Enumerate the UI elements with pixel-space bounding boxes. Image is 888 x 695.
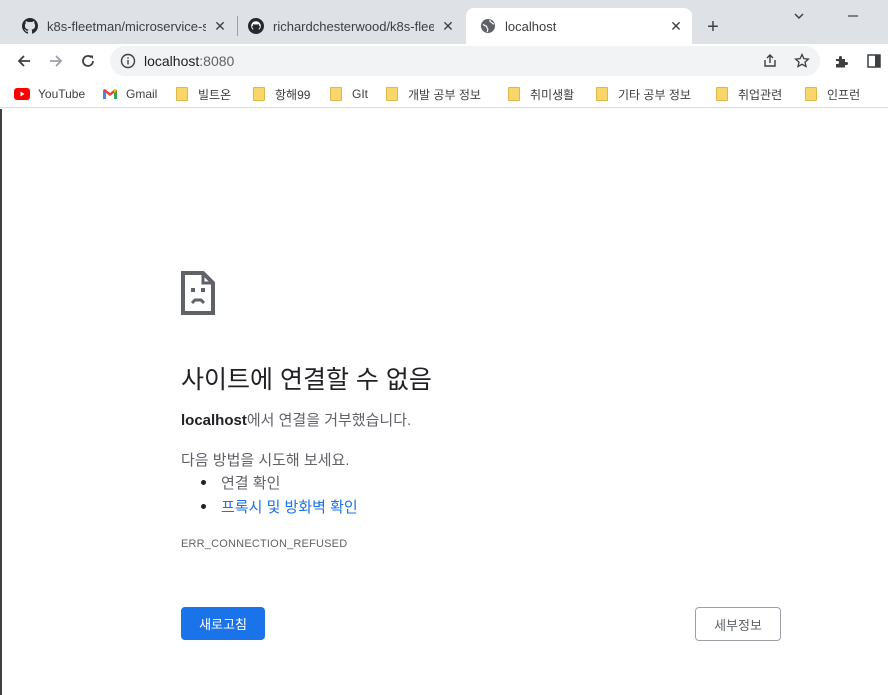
bookmark-label: YouTube bbox=[38, 87, 86, 101]
folder-icon bbox=[384, 86, 400, 102]
puzzle-icon[interactable] bbox=[834, 53, 850, 69]
suggestion-label: 연결 확인 bbox=[221, 475, 281, 492]
error-host: localhost bbox=[181, 412, 247, 429]
sad-page-icon bbox=[181, 271, 215, 315]
close-icon[interactable]: ✕ bbox=[212, 18, 228, 34]
arrow-left-icon bbox=[17, 55, 30, 67]
bookmark-label: 개발 공부 정보 bbox=[408, 87, 481, 102]
suggestion-check-proxy-firewall[interactable]: 프록시 및 방화벽 확인 bbox=[201, 496, 358, 517]
bullet bbox=[201, 504, 206, 509]
folder-icon bbox=[174, 86, 190, 102]
tab-strip: k8s-fleetman/microservice-source-code ✕ … bbox=[0, 0, 888, 44]
bookmark-label: GIt bbox=[352, 87, 369, 101]
window-edge bbox=[0, 109, 2, 695]
reload-icon bbox=[82, 55, 94, 67]
error-code: ERR_CONNECTION_REFUSED bbox=[181, 538, 348, 550]
details-button[interactable]: 세부정보 bbox=[695, 607, 781, 641]
bookmark-folder-dev-study[interactable]: 개발 공부 정보 bbox=[384, 85, 481, 103]
bookmark-label: 취업관련 bbox=[738, 87, 783, 102]
bookmark-folder-git[interactable]: GIt bbox=[328, 85, 368, 103]
github-icon bbox=[248, 18, 264, 34]
gmail-icon bbox=[102, 86, 118, 102]
bookmark-folder-inflearn[interactable]: 인프런 bbox=[803, 85, 860, 103]
bullet bbox=[201, 480, 206, 485]
minimize-icon[interactable] bbox=[843, 6, 863, 26]
tab-title: richardchesterwood/k8s-fleetman bbox=[273, 18, 434, 34]
suggestions-heading: 다음 방법을 시도해 보세요. bbox=[181, 452, 350, 469]
address-bar[interactable]: localhost:8080 bbox=[110, 46, 820, 76]
star-icon[interactable] bbox=[794, 52, 810, 69]
bookmark-label: Gmail bbox=[126, 87, 158, 101]
bookmark-label: 기타 공부 정보 bbox=[618, 87, 691, 102]
bookmark-youtube[interactable]: YouTube bbox=[14, 85, 85, 103]
close-icon[interactable]: ✕ bbox=[668, 18, 684, 34]
browser-toolbar: localhost:8080 bbox=[0, 44, 888, 78]
globe-icon bbox=[480, 18, 496, 34]
error-description-text: 에서 연결을 거부했습니다. bbox=[246, 412, 412, 429]
reload-page-button[interactable]: 새로고침 bbox=[181, 607, 265, 640]
url-text[interactable]: localhost:8080 bbox=[144, 53, 234, 69]
error-description: localhost에서 연결을 거부했습니다. bbox=[181, 409, 411, 430]
folder-icon bbox=[803, 86, 819, 102]
bookmark-folder-hobby[interactable]: 취미생활 bbox=[506, 85, 574, 103]
bookmark-gmail[interactable]: Gmail bbox=[102, 85, 157, 103]
suggestion-check-connection: 연결 확인 bbox=[201, 472, 280, 493]
tab-k8s-fleetman-repo[interactable]: richardchesterwood/k8s-fleetman ✕ bbox=[234, 8, 464, 44]
folder-icon bbox=[506, 86, 522, 102]
bookmark-folder-other-study[interactable]: 기타 공부 정보 bbox=[594, 85, 691, 103]
folder-icon bbox=[714, 86, 730, 102]
tab-title: k8s-fleetman/microservice-source-code bbox=[47, 18, 206, 34]
arrow-right-icon bbox=[50, 55, 63, 67]
bookmark-label: 인프런 bbox=[827, 87, 861, 102]
folder-icon bbox=[594, 86, 610, 102]
bookmark-label: 취미생활 bbox=[530, 87, 575, 102]
tab-localhost[interactable]: localhost ✕ bbox=[466, 8, 692, 44]
suggestion-link[interactable]: 프록시 및 방화벽 확인 bbox=[221, 496, 358, 517]
folder-icon bbox=[251, 86, 267, 102]
info-icon[interactable] bbox=[120, 53, 136, 69]
url-port: :8080 bbox=[199, 53, 235, 69]
url-host: localhost bbox=[144, 53, 200, 69]
share-icon[interactable] bbox=[762, 53, 778, 69]
chevron-down-icon[interactable] bbox=[789, 6, 809, 26]
folder-icon bbox=[328, 86, 344, 102]
tab-k8s-fleetman-source[interactable]: k8s-fleetman/microservice-source-code ✕ bbox=[8, 8, 236, 44]
bookmark-folder-jobs[interactable]: 취업관련 bbox=[714, 85, 782, 103]
bookmark-label: 빌트온 bbox=[198, 87, 232, 102]
forward-button[interactable] bbox=[43, 48, 69, 74]
bookmark-folder-builton[interactable]: 빌트온 bbox=[174, 85, 231, 103]
github-icon bbox=[22, 18, 38, 34]
close-icon[interactable]: ✕ bbox=[440, 18, 456, 34]
tab-title: localhost bbox=[505, 18, 557, 34]
back-button[interactable] bbox=[11, 48, 37, 74]
bookmarks-bar: YouTube Gmail 빌트온 항해99 GIt 개발 공부 정보 취미생활… bbox=[0, 78, 888, 108]
error-title: 사이트에 연결할 수 없음 bbox=[181, 366, 432, 394]
side-panel-icon[interactable] bbox=[866, 53, 882, 69]
reload-button[interactable] bbox=[75, 48, 101, 74]
new-tab-button[interactable]: + bbox=[700, 14, 726, 40]
bookmark-label: 항해99 bbox=[275, 87, 311, 102]
bookmark-folder-hanghae99[interactable]: 항해99 bbox=[251, 85, 310, 103]
youtube-icon bbox=[14, 86, 30, 102]
